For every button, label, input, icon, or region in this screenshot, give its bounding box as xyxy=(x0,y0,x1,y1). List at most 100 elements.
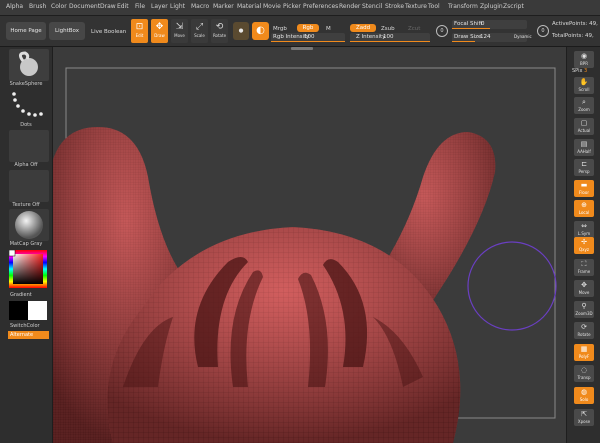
focal-shift-slider[interactable]: Focal Shift 0 xyxy=(452,20,527,29)
transp-icon: ◌ xyxy=(580,366,588,374)
dynamic-button[interactable]: Dynamic xyxy=(514,34,532,39)
menu-item-stencil[interactable]: Stencil xyxy=(362,3,382,10)
texture-name: Texture Off xyxy=(12,202,40,208)
menu-item-document[interactable]: Document xyxy=(69,3,100,10)
menu-item-color[interactable]: Color xyxy=(51,3,67,10)
alpha-selector[interactable] xyxy=(9,130,49,162)
rgb-button[interactable]: Rgb xyxy=(297,24,319,32)
menu-item-render[interactable]: Render xyxy=(339,3,360,10)
texture-selector[interactable] xyxy=(9,170,49,202)
color-picker[interactable] xyxy=(8,249,47,288)
menu-item-transform[interactable]: Transform xyxy=(448,3,478,10)
right-actual-button[interactable]: ▢ Actual xyxy=(574,118,594,135)
menu-item-material[interactable]: Material xyxy=(237,3,261,10)
menu-item-tool[interactable]: Tool xyxy=(428,3,440,10)
right-button-label: Scroll xyxy=(578,87,590,92)
menu-item-movie[interactable]: Movie xyxy=(263,3,281,10)
zcut-button[interactable]: Zcut xyxy=(408,26,420,32)
secondary-color-swatch[interactable] xyxy=(28,301,47,320)
right-qxyz-button[interactable]: ✢ Qxyz xyxy=(574,237,594,254)
spix-control[interactable]: SPix 3 xyxy=(572,68,587,74)
move-icon: ⇲ xyxy=(175,22,184,32)
polyf-icon: ▦ xyxy=(580,345,588,353)
right-button-label: PolyF xyxy=(578,354,590,359)
menu-item-edit[interactable]: Edit xyxy=(117,3,129,10)
m-button[interactable]: M xyxy=(326,26,331,32)
right-solo-button[interactable]: ◍ Solo xyxy=(574,387,594,404)
menu-item-alpha[interactable]: Alpha xyxy=(6,3,23,10)
xyz-icon: ✢ xyxy=(581,238,587,246)
frame-icon: ⛶ xyxy=(581,260,587,268)
draw-size-value: 124 xyxy=(480,34,491,40)
zadd-button[interactable]: Zadd xyxy=(350,24,376,32)
right-lsym-button[interactable]: ⇔ L.Sym xyxy=(574,221,594,238)
menu-item-zscript[interactable]: Zscript xyxy=(503,3,524,10)
right-polyf-button[interactable]: ▦ PolyF xyxy=(574,344,594,361)
z-intensity-fill xyxy=(350,41,430,42)
right-xpose-button[interactable]: ⇱ Xpose xyxy=(574,409,594,426)
right-button-label: Actual xyxy=(577,128,591,133)
menu-item-texture[interactable]: Texture xyxy=(405,3,427,10)
right-zoom-button[interactable]: ⌕ Zoom xyxy=(574,97,594,114)
focal-circle-icon[interactable]: 0 xyxy=(436,25,448,37)
menu-item-light[interactable]: Light xyxy=(170,3,185,10)
rgb-intensity-fill xyxy=(271,41,345,42)
right-button-label: Qxyz xyxy=(579,247,589,252)
right-button-label: BPR xyxy=(580,61,588,66)
material-selector[interactable] xyxy=(9,209,49,241)
rgb-intensity-slider[interactable]: Rgb Intensity 100 xyxy=(271,33,345,42)
tool-scale-button[interactable]: ⤢ Scale xyxy=(191,19,208,43)
alternate-button[interactable]: Alternate xyxy=(8,331,49,339)
main-color-swatch[interactable] xyxy=(9,301,28,320)
tool-move-button[interactable]: ⇲ Move xyxy=(171,19,188,43)
right-local-button[interactable]: ⊕ Local xyxy=(574,200,594,217)
tool-edit-button[interactable]: ⊡ Edit xyxy=(131,19,148,43)
menu-item-picker[interactable]: Picker xyxy=(283,3,301,10)
brush-selector[interactable] xyxy=(9,49,49,81)
document-canvas[interactable] xyxy=(53,47,566,443)
tool-draw-button[interactable]: ✥ Draw xyxy=(151,19,168,43)
menu-item-preferences[interactable]: Preferences xyxy=(303,3,338,10)
mrgb-button[interactable]: Mrgb xyxy=(273,26,287,32)
spix-label: SPix xyxy=(572,68,583,74)
right-zoom3d-button[interactable]: ⚲ Zoom3D xyxy=(574,301,594,318)
tool-label: Rotate xyxy=(212,33,227,38)
zsub-button[interactable]: Zsub xyxy=(381,26,395,32)
material-sphere-icon[interactable]: ● xyxy=(233,22,249,40)
brush-cursor-circle xyxy=(467,241,557,331)
live-boolean-button[interactable]: Live Boolean xyxy=(91,29,126,35)
focal-shift-fill xyxy=(452,28,490,29)
right-scroll-button[interactable]: ✋ Scroll xyxy=(574,77,594,94)
home-page-button[interactable]: Home Page xyxy=(6,22,46,40)
menu-item-draw[interactable]: Draw xyxy=(100,3,116,10)
tool-rotate-button[interactable]: ⟲ Rotate xyxy=(211,19,228,43)
draw-size-slider[interactable]: Draw Size 124 Dynamic xyxy=(452,33,532,42)
right-bpr-button[interactable]: ◉ BPR xyxy=(574,51,594,68)
menu-item-file[interactable]: File xyxy=(135,3,145,10)
right-transp-button[interactable]: ◌ Transp xyxy=(574,365,594,382)
top-toolbar: Home Page LightBox Live Boolean ● ◐ Mrgb… xyxy=(0,16,600,47)
menu-item-macro[interactable]: Macro xyxy=(191,3,209,10)
right-button-label: Zoom3D xyxy=(575,311,593,316)
menu-item-layer[interactable]: Layer xyxy=(151,3,168,10)
right-frame-button[interactable]: ⛶ Frame xyxy=(574,259,594,276)
sculpted-mesh-view[interactable] xyxy=(53,47,566,443)
z-intensity-slider[interactable]: Z Intensity 100 xyxy=(350,33,430,42)
right-floor-button[interactable]: ▬ Floor xyxy=(574,180,594,197)
menu-item-zplugin[interactable]: Zplugin xyxy=(480,3,503,10)
right-button-label: Floor xyxy=(579,190,589,195)
menu-item-brush[interactable]: Brush xyxy=(29,3,46,10)
right-aahalf-button[interactable]: ▤ AAHalf xyxy=(574,139,594,156)
right-persp-button[interactable]: ⊏ Persp xyxy=(574,159,594,176)
right-move-button[interactable]: ✥ Move xyxy=(574,280,594,297)
right-rotate-button[interactable]: ⟳ Rotate xyxy=(574,322,594,339)
menu-item-marker[interactable]: Marker xyxy=(213,3,234,10)
sculpt-mode-icon[interactable]: ◐ xyxy=(252,22,269,40)
move-icon: ✥ xyxy=(581,281,587,289)
draw-size-label: Draw Size xyxy=(454,34,482,40)
stroke-selector[interactable] xyxy=(9,89,49,121)
total-points-readout: TotalPoints: 49, xyxy=(552,33,594,39)
brush-name: SnakeSphere xyxy=(9,81,43,87)
lightbox-button[interactable]: LightBox xyxy=(49,22,85,40)
menu-item-stroke[interactable]: Stroke xyxy=(385,3,404,10)
